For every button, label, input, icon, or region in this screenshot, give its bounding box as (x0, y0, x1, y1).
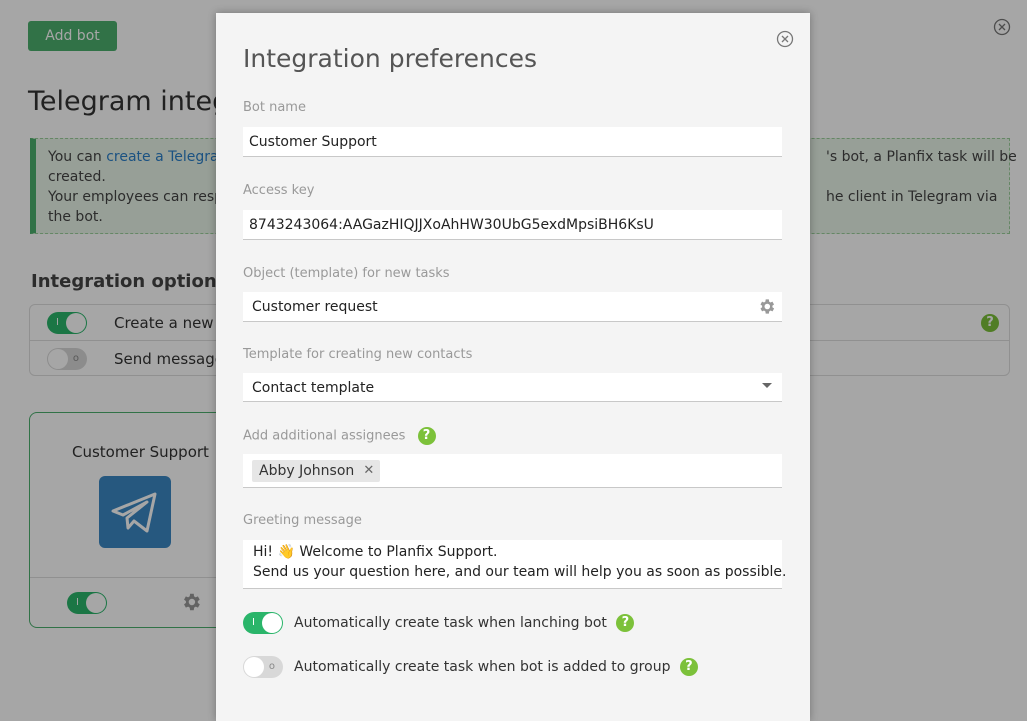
greeting-textarea[interactable]: Hi! 👋 Welcome to Planfix Support. Send u… (243, 540, 786, 589)
bot-name-input[interactable]: Customer Support (243, 127, 782, 157)
object-template-value: Customer request (252, 299, 378, 315)
bot-name-label: Bot name (243, 100, 306, 115)
object-template-select[interactable]: Customer request (243, 292, 782, 322)
assignees-label: Add additional assignees ? (243, 427, 436, 445)
contact-template-select[interactable]: Contact template (243, 373, 782, 402)
assignee-chip-label: Abby Johnson (259, 463, 355, 479)
assignee-chip: Abby Johnson ✕ (252, 460, 381, 482)
auto-create-group-toggle[interactable]: o (243, 656, 283, 678)
access-key-value: 8743243064:AAGazHIQJJXoAhHW30UbG5exdMpsi… (249, 217, 654, 233)
remove-chip-icon[interactable]: ✕ (363, 460, 374, 482)
bot-name-value: Customer Support (249, 134, 377, 150)
auto-create-launch-label: Automatically create task when lanching … (294, 614, 635, 632)
help-icon[interactable]: ? (417, 427, 436, 445)
auto-create-group-label: Automatically create task when bot is ad… (294, 658, 698, 676)
auto-create-launch-toggle[interactable]: I (243, 612, 283, 634)
greeting-label: Greeting message (243, 513, 362, 528)
auto-create-launch-row: I Automatically create task when lanchin… (243, 612, 635, 634)
dialog-title: Integration preferences (243, 44, 537, 73)
auto-create-group-text: Automatically create task when bot is ad… (294, 659, 671, 675)
auto-create-group-row: o Automatically create task when bot is … (243, 656, 698, 678)
access-key-input[interactable]: 8743243064:AAGazHIQJJXoAhHW30UbG5exdMpsi… (243, 210, 782, 240)
greeting-line-2: Send us your question here, and our team… (253, 564, 787, 580)
auto-create-launch-text: Automatically create task when lanching … (294, 615, 607, 631)
greeting-line-1: Hi! 👋 Welcome to Planfix Support. (253, 544, 498, 560)
contact-template-label: Template for creating new contacts (243, 347, 473, 362)
chevron-down-icon[interactable] (762, 383, 772, 388)
contact-template-value: Contact template (252, 380, 375, 396)
help-icon[interactable]: ? (616, 614, 635, 632)
close-icon[interactable] (776, 30, 794, 48)
assignees-label-text: Add additional assignees (243, 428, 406, 444)
object-template-label: Object (template) for new tasks (243, 266, 450, 281)
gear-icon[interactable] (757, 297, 776, 316)
integration-preferences-dialog: Integration preferences Bot name Custome… (216, 13, 810, 721)
assignees-input[interactable]: Abby Johnson ✕ (243, 454, 782, 488)
help-icon[interactable]: ? (679, 658, 698, 676)
access-key-label: Access key (243, 183, 315, 198)
